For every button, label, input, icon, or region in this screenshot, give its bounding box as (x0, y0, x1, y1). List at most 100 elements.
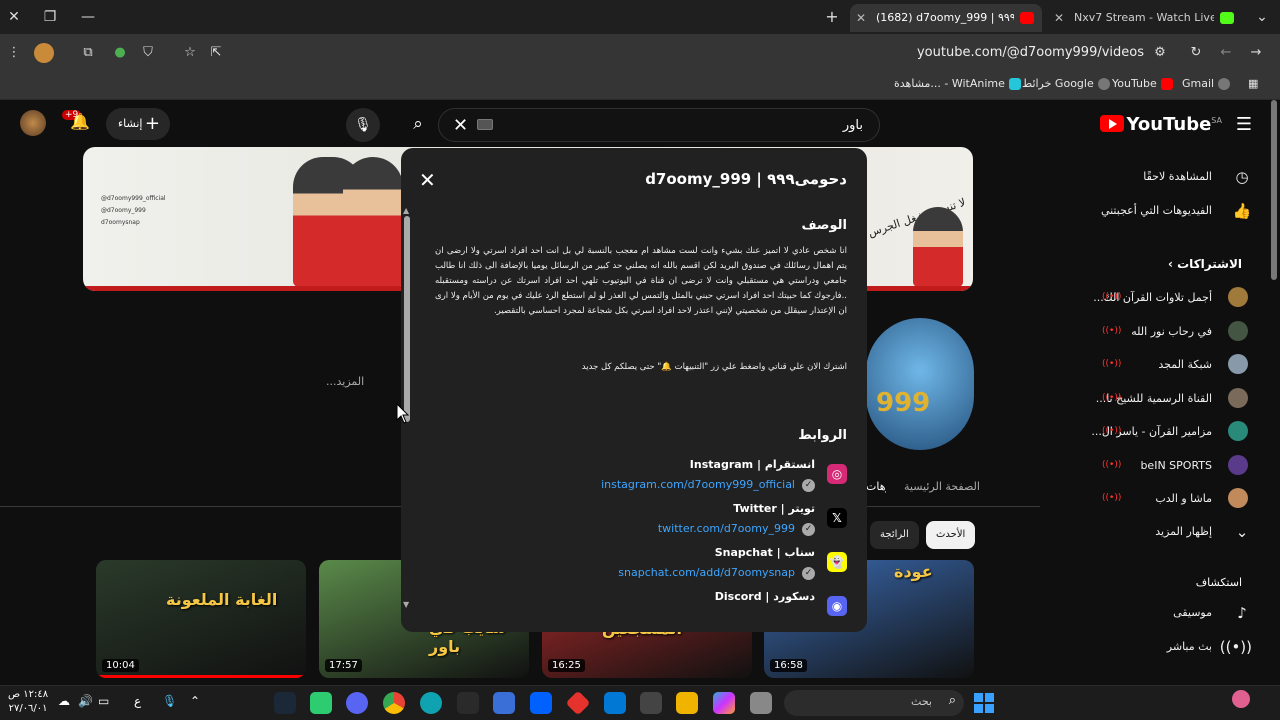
account-avatar[interactable] (20, 110, 46, 136)
window-close-icon[interactable]: ✕ (2, 6, 26, 28)
clear-search-icon[interactable]: ✕ (453, 115, 468, 136)
bell-icon[interactable]: 🔔 (70, 112, 90, 131)
file-explorer-icon[interactable] (676, 692, 698, 714)
subscription-label: ماشا و الدب (1155, 492, 1212, 505)
sidebar-item-watch-later[interactable]: ◷ المشاهدة لاحقًا (1022, 160, 1262, 194)
copilot-avatar-icon[interactable] (1232, 690, 1250, 708)
tab-title: (1682) d7oomy_999 | دحومى٩٩٩ (876, 11, 1014, 24)
extension-green-icon[interactable]: ● (110, 43, 130, 63)
link-url[interactable]: snapchat.com/add/d7oomysnap (618, 566, 795, 579)
clock-date: ٢٧/٠٦/٠١ (8, 703, 48, 714)
taskbar-search-label: بحث (911, 695, 932, 708)
window-restore-icon[interactable]: ❐ (38, 6, 62, 28)
dialog-scrollbar[interactable] (404, 216, 410, 422)
tab-home[interactable]: الصفحة الرئيسية (904, 480, 980, 493)
reload-icon[interactable]: ↻ (1186, 43, 1206, 63)
voice-search-icon[interactable]: 🎙 (346, 108, 380, 142)
browser-menu-icon[interactable]: ⋮ (4, 43, 24, 63)
create-button[interactable]: إنشاء + (106, 108, 170, 140)
description-text: انا شخص عادي لا اتميز عنك بشيء وانت لست … (435, 246, 847, 316)
app-green-icon[interactable] (310, 692, 332, 714)
outlook-icon[interactable] (604, 692, 626, 714)
shield-icon[interactable]: ⛉ (138, 43, 158, 63)
page-scrollbar[interactable] (1271, 100, 1277, 280)
app-blue-icon[interactable] (493, 692, 515, 714)
tab-close-icon[interactable]: ✕ (1054, 4, 1064, 32)
window-minimize-icon[interactable]: — (76, 6, 100, 28)
epic-games-icon[interactable] (457, 692, 479, 714)
windows-start-icon[interactable] (974, 693, 994, 713)
sidebar-item-live[interactable]: ((•)) بث مباشر (1022, 630, 1262, 664)
bookmark-youtube[interactable]: YouTube (1112, 77, 1173, 90)
tab-active[interactable]: ✕ (1682) d7oomy_999 | دحومى٩٩٩ (850, 4, 1042, 32)
tab-nxv7[interactable]: ✕ Nxv7 Stream - Watch Live on Ki (1048, 4, 1242, 32)
search-icon[interactable]: ⌕ (400, 108, 436, 142)
subscription-item[interactable]: في رحاب نور الله ((•)) (1022, 315, 1262, 349)
video-duration: 10:04 (102, 659, 139, 672)
discord-icon[interactable] (346, 692, 368, 714)
watch-progress-bar (96, 675, 306, 678)
link-url[interactable]: twitter.com/d7oomy_999 (658, 522, 795, 535)
network-icon[interactable]: ▭ (98, 694, 109, 708)
more-link[interactable]: ...المزيد (326, 375, 364, 388)
subscription-item[interactable]: ماشا و الدب ((•)) (1022, 482, 1262, 516)
new-tab-icon[interactable]: + (820, 6, 844, 28)
address-bar[interactable]: youtube.com/@d7oomy999/videos (917, 45, 1144, 60)
bookmark-google-maps[interactable]: خرائط Google (1022, 77, 1110, 90)
thumbnail-title: الغابة الملعونة (166, 590, 278, 609)
chrome-icon[interactable] (383, 692, 405, 714)
subscription-item[interactable]: شبكة المجد ((•)) (1022, 348, 1262, 382)
show-more-button[interactable]: ⌄ إظهار المزيد (1022, 515, 1262, 549)
copilot-icon[interactable] (713, 692, 735, 714)
scroll-down-icon[interactable]: ▼ (403, 600, 409, 609)
extensions-icon[interactable]: ⧉ (78, 43, 98, 63)
sidebar-item-liked-videos[interactable]: 👍 الفيديوهات التي أعجبتني (1022, 194, 1262, 228)
scroll-up-icon[interactable]: ▲ (403, 206, 409, 215)
subscription-item[interactable]: أجمل تلاوات القرآن الك... ((•)) (1022, 281, 1262, 315)
app-gray-icon[interactable] (750, 692, 772, 714)
bookmark-gmail[interactable]: Gmail (1182, 77, 1231, 90)
chevron-up-icon[interactable]: ⌃ (190, 694, 200, 708)
search-input[interactable] (483, 118, 863, 133)
close-icon[interactable]: ✕ (419, 168, 436, 192)
app-red-icon[interactable] (565, 690, 591, 716)
clock[interactable]: ١٢:٤٨ ص ٢٧/٠٦/٠١ (8, 688, 48, 716)
forward-icon[interactable]: ← (1216, 43, 1236, 63)
youtube-logo[interactable]: YouTubeSA (1099, 114, 1222, 135)
volume-icon[interactable]: 🔊 (78, 694, 93, 708)
about-dialog: دحومى٩٩٩ | d7oomy_999 ✕ ▲ ▼ الوصف انا شخ… (401, 148, 867, 632)
link-url[interactable]: instagram.com/d7oomy999_official (601, 478, 795, 491)
dropbox-icon[interactable] (530, 692, 552, 714)
cloud-icon[interactable]: ☁ (58, 694, 70, 708)
profile-icon[interactable] (34, 43, 54, 63)
language-indicator[interactable]: ع (134, 694, 141, 708)
channel-avatar[interactable]: 999 (866, 318, 974, 450)
sidebar-item-music[interactable]: ♪ موسيقى (1022, 596, 1262, 630)
edge-icon[interactable] (420, 692, 442, 714)
subscription-item[interactable]: القناة الرسمية للشيخ نا... ((•)) (1022, 382, 1262, 416)
microphone-icon[interactable]: 🎙 (162, 694, 177, 708)
chip-trending[interactable]: الرائجة (870, 521, 919, 549)
bookmark-witanime[interactable]: مشاهدة... - WitAnime (894, 77, 1021, 90)
tab-videos[interactable]: الفيديوهات (866, 480, 886, 493)
menu-icon[interactable]: ☰ (1236, 114, 1252, 135)
subscription-item[interactable]: مزامير القرآن - ياسر ال... ((•)) (1022, 415, 1262, 449)
chip-latest[interactable]: الأحدث (926, 521, 976, 549)
tab-search-icon[interactable]: ⌄ (1250, 6, 1274, 28)
subscriptions-heading[interactable]: الاشتراكات › (1168, 257, 1242, 271)
share-icon[interactable]: ⇱ (206, 43, 226, 63)
taskbar-search[interactable]: بحث ⌕ (784, 690, 964, 716)
video-thumbnail[interactable]: الغابة الملعونة 10:04 (96, 560, 306, 678)
witanime-icon (1008, 78, 1021, 90)
subscription-item[interactable]: beIN SPORTS ((•)) (1022, 449, 1262, 483)
keyboard-icon[interactable] (477, 119, 493, 130)
plus-icon: + (144, 113, 160, 134)
steam-icon[interactable] (274, 692, 296, 714)
bookmark-star-icon[interactable]: ☆ (180, 43, 200, 63)
site-settings-icon[interactable]: ⚙ (1150, 43, 1170, 63)
chevron-left-icon: › (1167, 257, 1173, 271)
apps-grid-icon[interactable]: ▦ (1248, 77, 1258, 90)
back-icon[interactable]: → (1246, 43, 1266, 63)
tab-close-icon[interactable]: ✕ (856, 4, 866, 32)
store-icon[interactable] (640, 692, 662, 714)
